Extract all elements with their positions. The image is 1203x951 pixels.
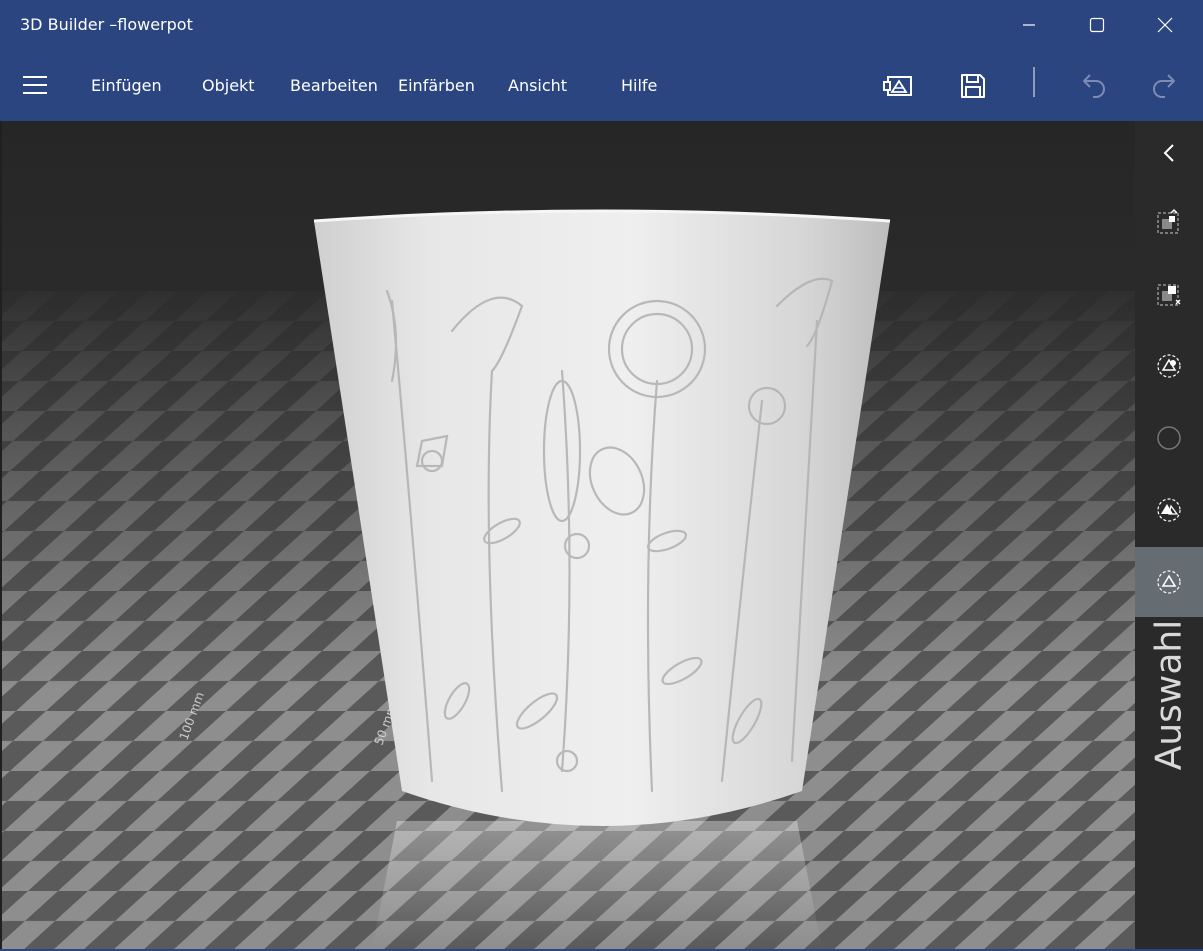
- close-button[interactable]: [1131, 0, 1199, 50]
- select-faces-icon: [1157, 284, 1181, 306]
- maximize-button[interactable]: [1063, 0, 1131, 50]
- panel-label-text: Auswahl: [1148, 619, 1190, 771]
- undo-button[interactable]: [1074, 66, 1114, 106]
- minimize-button[interactable]: [995, 0, 1063, 50]
- undo-icon: [1083, 74, 1105, 98]
- toolbar: Einfügen Objekt Bearbeiten Einfärben Ans…: [0, 50, 1203, 121]
- select-mesh-button[interactable]: [1135, 547, 1203, 617]
- close-icon: [1157, 17, 1173, 33]
- redo-icon: [1153, 74, 1175, 98]
- save-icon: [961, 74, 985, 98]
- select-objects-button[interactable]: [1135, 187, 1203, 257]
- scene: 100 mm 50 mm: [2, 121, 1135, 949]
- select-vertices-button[interactable]: [1135, 331, 1203, 401]
- select-objects-icon: [1157, 208, 1179, 234]
- minimize-icon: [1023, 24, 1035, 26]
- select-edges-button[interactable]: [1135, 403, 1203, 473]
- toolbar-divider: [1033, 67, 1035, 97]
- menu-objekt[interactable]: Objekt: [202, 76, 255, 95]
- menu-ansicht[interactable]: Ansicht: [508, 76, 567, 95]
- print-3d-icon: [883, 76, 912, 96]
- title-bar: 3D Builder –flowerpot: [0, 0, 1203, 50]
- menu-bearbeiten[interactable]: Bearbeiten: [290, 76, 378, 95]
- maximize-icon: [1089, 17, 1105, 33]
- collapse-panel-button[interactable]: [1135, 121, 1203, 185]
- hamburger-menu-button[interactable]: [14, 66, 56, 104]
- chevron-left-icon: [1163, 144, 1174, 162]
- hamburger-menu-icon: [23, 76, 47, 94]
- select-mesh-icon: [1157, 570, 1181, 594]
- print-3d-button[interactable]: [878, 66, 918, 106]
- select-triangles-icon: [1157, 498, 1181, 522]
- window-title: 3D Builder –flowerpot: [20, 15, 193, 34]
- select-edges-icon: [1157, 426, 1181, 450]
- select-faces-button[interactable]: [1135, 259, 1203, 329]
- panel-label: Auswahl: [1136, 619, 1202, 771]
- 3d-viewport[interactable]: 100 mm 50 mm: [2, 121, 1135, 949]
- select-vertices-icon: [1157, 354, 1181, 378]
- redo-button[interactable]: [1144, 66, 1184, 106]
- select-triangles-button[interactable]: [1135, 475, 1203, 545]
- selection-panel: [1135, 121, 1203, 951]
- flowerpot-model[interactable]: [313, 209, 891, 826]
- menu-einfuegen[interactable]: Einfügen: [91, 76, 162, 95]
- save-button[interactable]: [953, 66, 993, 106]
- menu-hilfe[interactable]: Hilfe: [621, 76, 657, 95]
- menu-einfaerben[interactable]: Einfärben: [398, 76, 475, 95]
